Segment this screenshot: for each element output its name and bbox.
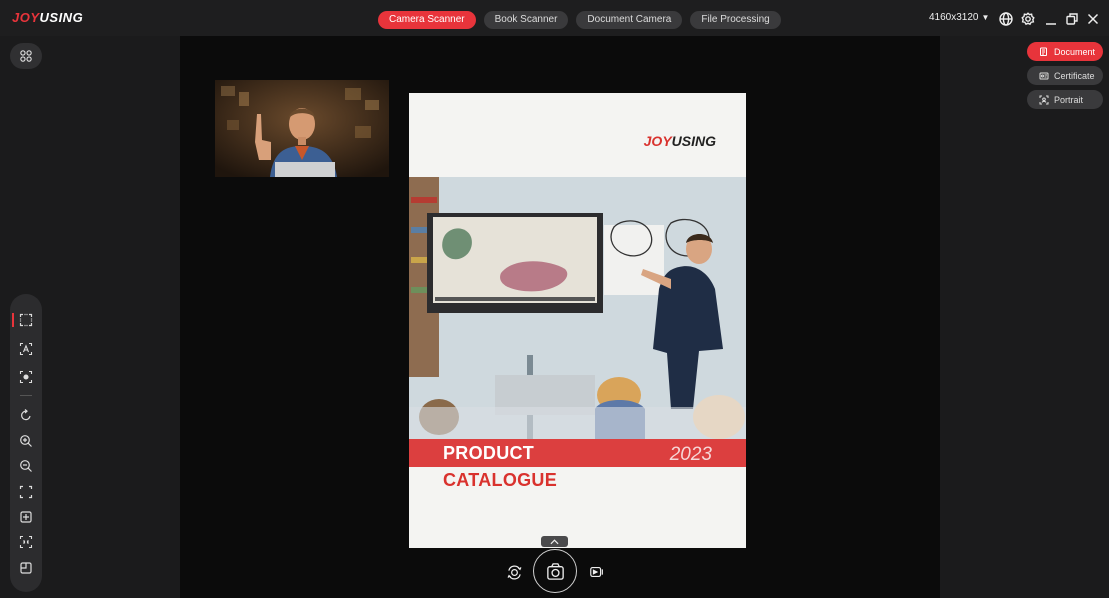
text-recognition-tool[interactable] [16, 339, 36, 359]
document-title-line-2: CATALOGUE [443, 470, 558, 490]
document-year: 2023 [669, 444, 712, 465]
mode-document-label: Document [1054, 46, 1096, 57]
crop-frame-icon [19, 313, 33, 327]
tab-document-camera[interactable]: Document Camera [576, 11, 683, 29]
tab-file-processing[interactable]: File Processing [690, 11, 781, 29]
classroom-photo [409, 177, 746, 439]
restore-icon[interactable] [1064, 11, 1080, 27]
center-crosshair-icon [20, 511, 32, 523]
edit-toolbar [10, 294, 42, 592]
record-video-button[interactable] [588, 563, 606, 581]
focus-tool[interactable] [16, 367, 36, 387]
chevron-up-icon [550, 538, 559, 544]
globe-icon[interactable] [998, 11, 1014, 27]
auto-crop-icon [19, 535, 33, 549]
mode-portrait-label: Portrait [1054, 94, 1084, 105]
scan-mode-panel: Document Certificate Portrait [1027, 42, 1103, 114]
tab-camera-scanner[interactable]: Camera Scanner [378, 11, 476, 29]
switch-camera-button[interactable] [505, 563, 523, 581]
rotate-tool[interactable] [16, 405, 36, 425]
rotate-icon [21, 409, 31, 421]
caret-down-icon: ▼ [981, 13, 990, 22]
tab-book-scanner[interactable]: Book Scanner [483, 11, 569, 29]
zoom-out-icon [20, 460, 32, 472]
document-title-line-1: PRODUCT [443, 443, 535, 463]
portrait-icon [1039, 95, 1049, 104]
certificate-icon [1039, 72, 1049, 79]
mode-certificate-button[interactable]: Certificate [1027, 66, 1103, 85]
fit-screen-icon [19, 485, 33, 499]
video-record-icon [590, 566, 603, 578]
app-logo: JOYUSING [12, 10, 84, 25]
mode-portrait-button[interactable]: Portrait [1027, 90, 1103, 109]
expand-panel-button[interactable] [541, 536, 568, 547]
zoom-out-tool[interactable] [16, 456, 36, 476]
camera-icon [546, 562, 564, 580]
minimize-icon[interactable] [1043, 11, 1059, 27]
resolution-value: 4160x3120 [929, 12, 979, 23]
crop-frame-tool[interactable] [12, 310, 36, 330]
settings-icon[interactable] [1020, 11, 1036, 27]
resolution-dropdown[interactable]: 4160x3120 ▼ [929, 12, 989, 23]
picture-in-picture-feed[interactable] [215, 80, 389, 177]
title-bar: JOYUSING Camera Scanner Book Scanner Doc… [0, 0, 1109, 36]
auto-crop-tool[interactable] [16, 532, 36, 552]
zoom-in-icon [20, 435, 32, 447]
zoom-in-tool[interactable] [16, 431, 36, 451]
close-icon[interactable] [1085, 11, 1101, 27]
fit-screen-tool[interactable] [16, 482, 36, 502]
split-view-icon [20, 562, 32, 574]
presenter-video [215, 80, 389, 177]
apps-grid-icon [20, 50, 32, 62]
text-recognition-icon [19, 342, 33, 356]
scanned-document: JOYUSING PRODUCT 2023 CATALOGUE [409, 93, 746, 548]
center-crosshair-tool[interactable] [16, 507, 36, 527]
split-view-tool[interactable] [16, 558, 36, 578]
document-brand-logo: JOYUSING [643, 133, 716, 149]
mode-document-button[interactable]: Document [1027, 42, 1103, 61]
document-icon [1040, 47, 1047, 56]
apps-menu-button[interactable] [10, 43, 42, 69]
toolbar-divider [20, 395, 32, 396]
mode-tabs: Camera Scanner Book Scanner Document Cam… [378, 11, 781, 29]
switch-camera-icon [507, 565, 521, 579]
capture-button[interactable] [533, 549, 577, 593]
mode-certificate-label: Certificate [1054, 70, 1095, 81]
focus-icon [19, 370, 33, 384]
